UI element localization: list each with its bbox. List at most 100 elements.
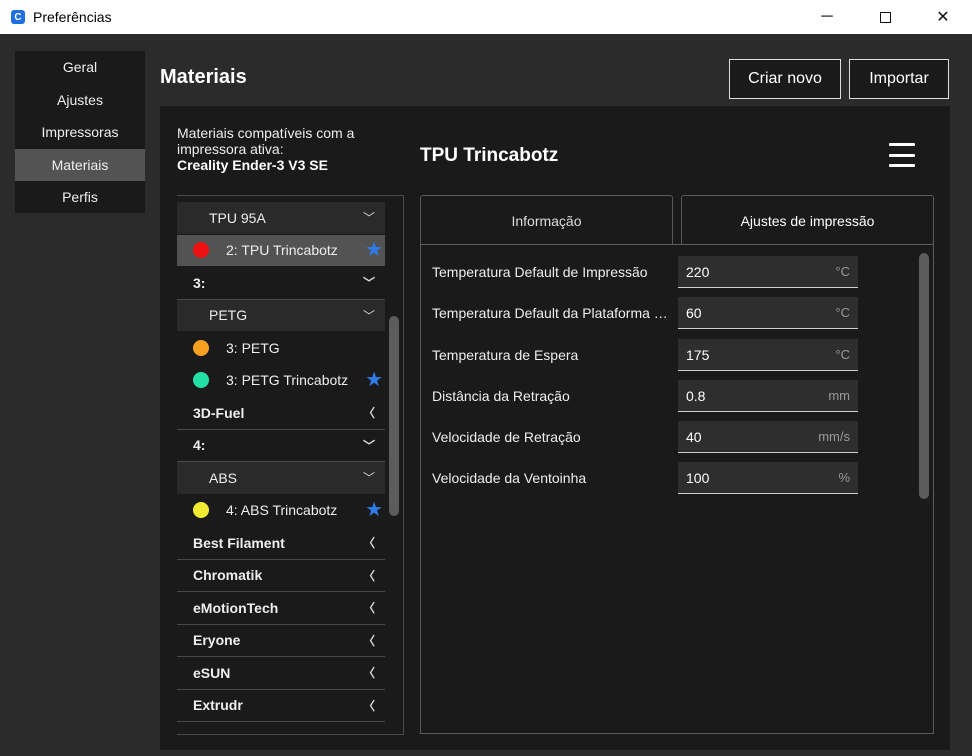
material-list-scrollbar[interactable] [389,316,399,516]
favorite-star-icon[interactable]: ★ [365,240,383,260]
setting-unit: mm/s [818,429,850,444]
material-family-group[interactable]: TPU 95A ﹀ [177,202,385,234]
setting-label: Distância da Retração [432,388,570,404]
maximize-button[interactable] [862,0,908,34]
favorite-star-icon[interactable]: ★ [365,370,383,390]
material-list-label: eMotionTech [193,599,279,616]
sidebar-item-materiais[interactable]: Materiais [15,148,145,181]
color-swatch-icon [193,242,209,259]
brand-group[interactable]: Best Filament 〈 [177,527,385,560]
material-item[interactable]: 2: TPU Trincabotz ★ [177,234,385,266]
color-swatch-icon [193,372,209,389]
setting-label: Velocidade da Ventoinha [432,470,587,486]
brand-group[interactable]: Eryone 〈 [177,625,385,657]
material-list-label: PETG [209,307,248,324]
active-printer-name: Creality Ender-3 V3 SE [177,157,328,173]
brand-group[interactable]: Extrudr 〈 [177,690,385,722]
retraction-speed-field[interactable]: 40 mm/s [678,421,858,453]
brand-group[interactable]: eSUN 〈 [177,657,385,690]
fan-speed-field[interactable]: 100 % [678,462,858,494]
chevron-down-icon[interactable]: ﹀ [363,274,375,291]
chevron-down-icon[interactable]: ﹀ [363,437,375,454]
material-list-label: Best Filament [193,534,285,551]
material-list-label: Eryone [193,632,241,649]
materials-panel: Materiais compatíveis com a impressora a… [160,106,950,750]
chevron-down-icon[interactable]: ﹀ [363,209,375,226]
print-temperature-field[interactable]: 220 °C [678,256,858,288]
setting-value: 100 [686,469,710,486]
setting-retraction-distance: Distância da Retração 0.8 mm [432,380,912,412]
material-family-group[interactable]: ABS ﹀ [177,462,385,494]
brand-group[interactable]: Chromatik 〈 [177,560,385,592]
window-title: Preferências [33,9,112,25]
setting-value: 220 [686,263,710,280]
bed-temperature-field[interactable]: 60 °C [678,297,858,329]
setting-label: Temperatura Default da Plataforma de Imp… [432,305,678,321]
brand-group[interactable]: 4: ﹀ [177,430,385,462]
sidebar-item-ajustes[interactable]: Ajustes [15,84,145,117]
setting-retraction-speed: Velocidade de Retração 40 mm/s [432,421,912,453]
sidebar-item-impressoras[interactable]: Impressoras [15,116,145,149]
setting-label: Temperatura Default de Impressão [432,264,648,280]
chevron-down-icon[interactable]: ﹀ [363,307,375,324]
page-title: Materiais [160,66,247,88]
material-list-label: 2: TPU Trincabotz [226,242,338,259]
color-swatch-icon [193,339,209,356]
standby-temperature-field[interactable]: 175 °C [678,339,858,371]
chevron-left-icon[interactable]: 〈 [363,534,375,551]
hamburger-menu-icon[interactable] [889,143,915,167]
sidebar-item-geral[interactable]: Geral [15,51,145,84]
setting-label: Velocidade de Retração [432,429,581,445]
sidebar-item-perfis[interactable]: Perfis [15,181,145,214]
material-list-label: 3: PETG [226,339,280,356]
close-button[interactable]: ✕ [920,0,966,34]
material-list-label: Chromatik [193,567,263,584]
setting-standby-temperature: Temperatura de Espera 175 °C [432,339,912,371]
setting-fan-speed: Velocidade da Ventoinha 100 % [432,462,912,494]
chevron-left-icon[interactable]: 〈 [363,664,375,681]
material-list-label: ABS [209,469,238,486]
material-family-group[interactable]: PETG ﹀ [177,299,385,331]
chevron-down-icon[interactable]: ﹀ [363,469,375,486]
material-item[interactable]: 3: PETG Trincabotz ★ [177,365,385,397]
brand-group[interactable]: 3: ﹀ [177,267,385,300]
chevron-left-icon[interactable]: 〈 [363,632,375,649]
chevron-left-icon[interactable]: 〈 [363,697,375,714]
setting-value: 60 [686,304,702,321]
create-new-button[interactable]: Criar novo [729,59,841,99]
setting-bed-temperature: Temperatura Default da Plataforma de Imp… [432,297,912,329]
setting-unit: % [838,470,850,485]
setting-print-temperature: Temperatura Default de Impressão 220 °C [432,256,912,288]
setting-unit: °C [835,347,850,362]
material-list-label: 3: PETG Trincabotz [226,372,349,389]
material-list-label: eSUN [193,664,231,681]
brand-group[interactable]: eMotionTech 〈 [177,592,385,625]
chevron-left-icon[interactable]: 〈 [363,404,375,421]
setting-value: 40 [686,428,702,445]
setting-label: Temperatura de Espera [432,347,579,363]
material-item[interactable]: 4: ABS Trincabotz ★ [177,495,385,527]
chevron-left-icon[interactable]: 〈 [363,599,375,616]
tab-informacao[interactable]: Informação [420,195,673,245]
material-list-label: TPU 95A [209,209,266,226]
favorite-star-icon[interactable]: ★ [365,500,383,520]
settings-scrollbar[interactable] [919,253,929,499]
setting-unit: mm [828,388,850,403]
material-list-label: 3: [193,274,206,291]
app-logo-icon: C [11,10,25,24]
maximize-icon [879,11,891,23]
chevron-left-icon[interactable]: 〈 [363,567,375,584]
setting-unit: °C [835,305,850,320]
material-list-label: 4: [193,437,206,454]
setting-value: 175 [686,346,710,363]
compatible-materials-note: Materiais compatíveis com a impressora a… [177,125,397,173]
retraction-distance-field[interactable]: 0.8 mm [678,380,858,412]
color-swatch-icon [193,502,209,519]
import-button[interactable]: Importar [849,59,949,99]
brand-group[interactable]: 3D-Fuel 〈 [177,397,385,430]
material-list-label: 3D-Fuel [193,404,245,421]
material-item[interactable]: 3: PETG [177,332,385,364]
tab-ajustes-de-impressao[interactable]: Ajustes de impressão [681,195,934,245]
minimize-button[interactable]: ─ [804,0,850,34]
material-list[interactable]: TPU 95A ﹀ 2: TPU Trincabotz ★ 3: ﹀ PETG ﹀ 3: PET… [177,195,404,735]
